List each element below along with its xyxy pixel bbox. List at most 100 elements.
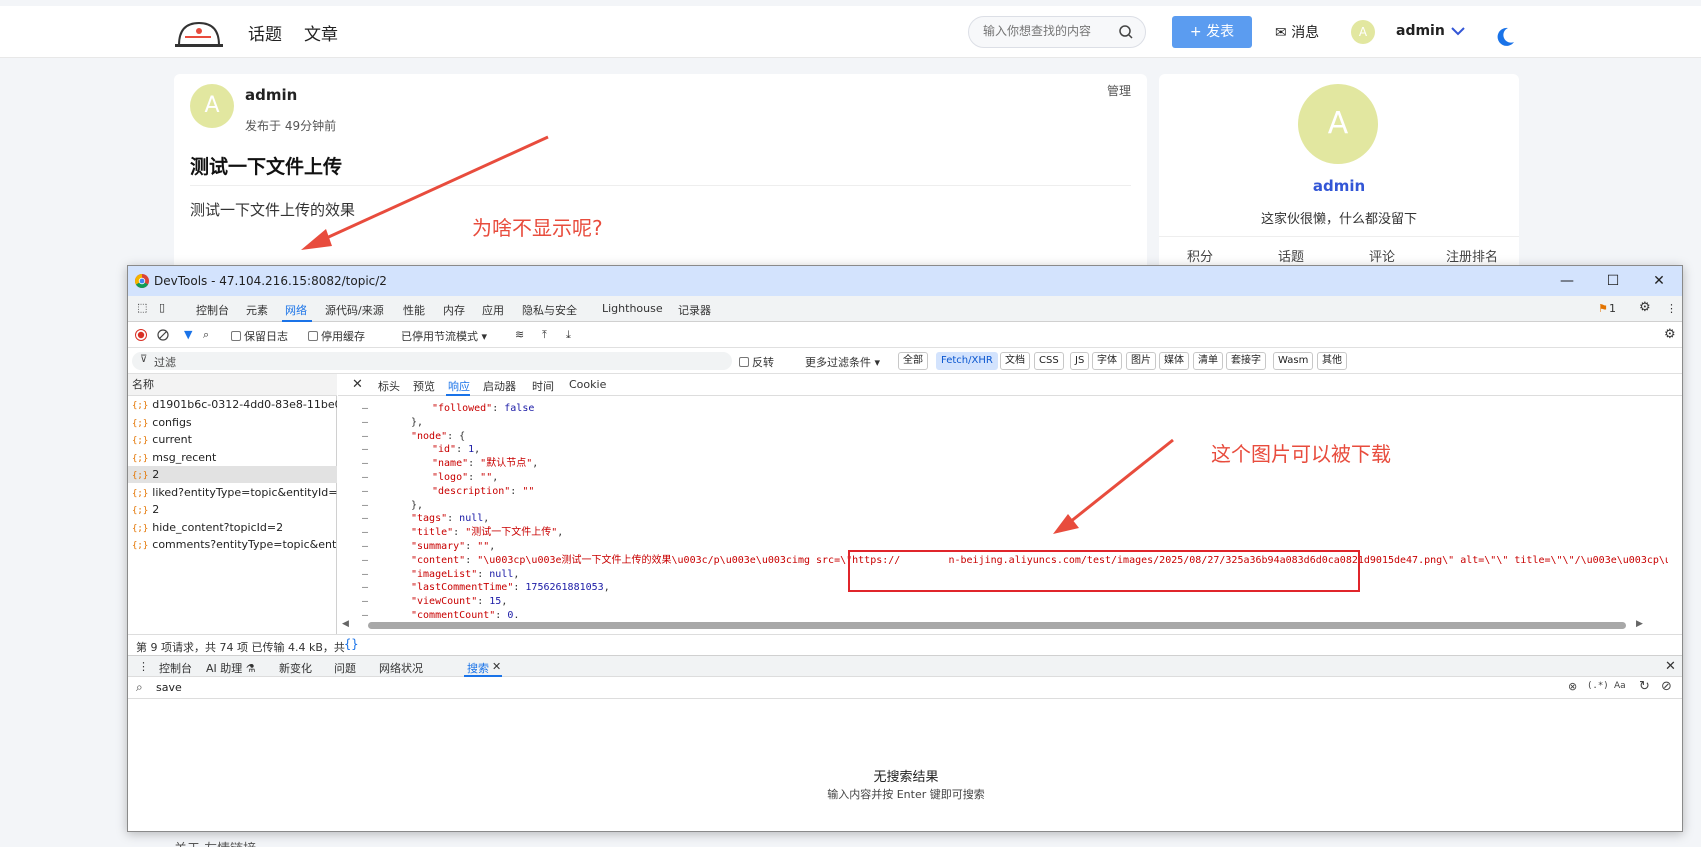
tab-cookie[interactable]: Cookie (569, 378, 606, 391)
logo-icon[interactable] (173, 17, 225, 49)
tab-initiator[interactable]: 启动器 (483, 378, 516, 394)
chevron-down-icon[interactable] (1450, 24, 1466, 38)
disable-cache-checkbox[interactable]: 停用缓存 (308, 328, 365, 344)
devtools-titlebar[interactable]: DevTools - 47.104.216.15:8082/topic/2 — … (128, 266, 1682, 296)
preserve-log-checkbox[interactable]: 保留日志 (231, 328, 288, 344)
scroll-right-icon[interactable]: ▶ (1636, 619, 1643, 629)
tab-elements[interactable]: 元素 (246, 302, 268, 318)
post-author-avatar[interactable]: A (190, 84, 234, 128)
request-row[interactable]: {;} current (128, 431, 337, 448)
request-row[interactable]: {;}d1901b6c-0312-4dd0-83e8-11be007... (128, 396, 337, 413)
filter-icon[interactable]: ▼ (184, 328, 192, 341)
search-query[interactable]: save (156, 681, 182, 694)
minimize-button[interactable]: — (1556, 271, 1578, 291)
footer-links[interactable]: 关于 友情链接 (174, 838, 256, 847)
tab-console[interactable]: 控制台 (196, 302, 229, 318)
clear-results-icon[interactable]: ⊘ (1661, 679, 1672, 694)
post-author[interactable]: admin (245, 86, 297, 104)
site-search-input[interactable] (983, 24, 1113, 38)
chip-css[interactable]: CSS (1034, 352, 1064, 370)
profile-avatar[interactable]: A (1298, 84, 1378, 164)
close-window-button[interactable]: ✕ (1648, 271, 1670, 291)
scrollbar-thumb[interactable] (368, 622, 1626, 629)
chip-js[interactable]: JS (1070, 352, 1090, 370)
filter-input[interactable]: ⊽ 过滤 (132, 352, 732, 370)
profile-name[interactable]: admin (1159, 177, 1519, 195)
header-username[interactable]: admin (1396, 23, 1445, 39)
site-search-box[interactable] (968, 16, 1146, 48)
inspect-icon[interactable]: ⬚ (137, 301, 147, 314)
tab-preview[interactable]: 预览 (413, 378, 435, 394)
regex-toggle-icon[interactable]: (.*) (1587, 681, 1609, 691)
close-drawer-icon[interactable]: ✕ (1665, 659, 1676, 674)
clear-icon[interactable] (157, 329, 169, 341)
chip-fetch-xhr[interactable]: Fetch/XHR (936, 352, 998, 370)
clear-search-icon[interactable]: ⊗ (1568, 680, 1577, 693)
more-filters-dropdown[interactable]: 更多过滤条件 ▾ (805, 354, 880, 370)
invert-checkbox[interactable]: 反转 (739, 354, 774, 370)
drawer-tab-changes[interactable]: 新变化 (279, 660, 312, 676)
drawer-tab-console[interactable]: 控制台 (159, 660, 192, 676)
maximize-button[interactable]: ☐ (1602, 271, 1624, 291)
manage-link[interactable]: 管理 (1107, 82, 1131, 99)
chip-socket[interactable]: 套接字 (1226, 352, 1266, 370)
search-icon[interactable] (1117, 23, 1135, 41)
record-icon[interactable] (135, 329, 147, 341)
throttle-select[interactable]: 已停用节流模式 ▾ (401, 328, 487, 344)
tab-headers[interactable]: 标头 (378, 378, 400, 394)
drawer-tab-network-conditions[interactable]: 网络状况 (379, 660, 423, 676)
request-row[interactable]: {;} hide_content?topicId=2 (128, 519, 337, 536)
more-menu-icon[interactable]: ⋮ (1666, 302, 1677, 315)
drawer-tab-ai[interactable]: AI 助理 ⚗ (206, 660, 256, 676)
request-row[interactable]: {;} configs (128, 414, 337, 431)
publish-button[interactable]: + 发表 (1172, 16, 1252, 48)
nav-topics[interactable]: 话题 (248, 20, 282, 45)
search-icon[interactable]: ⌕ (203, 328, 209, 342)
chip-font[interactable]: 字体 (1092, 352, 1122, 370)
tab-privacy[interactable]: 隐私与安全 (522, 302, 577, 318)
tab-response[interactable]: 响应 (448, 378, 470, 394)
request-row[interactable]: {;} 2 (128, 466, 337, 483)
drawer-tab-issues[interactable]: 问题 (334, 660, 356, 676)
tab-sources[interactable]: 源代码/来源 (325, 302, 384, 318)
issues-flag-icon[interactable]: ⚑ (1598, 302, 1608, 315)
tab-lighthouse[interactable]: Lighthouse (602, 302, 663, 315)
request-row[interactable]: {;} liked?entityType=topic&entityId=2 (128, 484, 337, 501)
header-avatar[interactable]: A (1351, 20, 1375, 44)
download-icon[interactable]: ⤓ (566, 328, 571, 342)
device-toggle-icon[interactable]: ▯ (159, 301, 165, 314)
request-list-header[interactable]: 名称 (128, 374, 337, 396)
tab-performance[interactable]: 性能 (403, 302, 425, 318)
moon-icon[interactable] (1494, 26, 1516, 48)
gear-icon[interactable]: ⚙ (1639, 300, 1651, 315)
match-case-icon[interactable]: Aa (1614, 681, 1626, 691)
request-row[interactable]: {;} msg_recent (128, 449, 337, 466)
network-conditions-icon[interactable]: ≋ (515, 328, 524, 341)
drawer-tab-search[interactable]: 搜索 (467, 660, 489, 676)
chip-all[interactable]: 全部 (898, 352, 928, 370)
drawer-menu-icon[interactable]: ⋮ (138, 660, 149, 673)
close-search-tab-icon[interactable]: ✕ (492, 660, 501, 673)
chip-manifest[interactable]: 清单 (1193, 352, 1223, 370)
chip-wasm[interactable]: Wasm (1273, 352, 1314, 370)
upload-icon[interactable]: ⤒ (542, 328, 547, 342)
chip-doc[interactable]: 文档 (1000, 352, 1030, 370)
horizontal-scrollbar[interactable]: ◀ ▶ (338, 618, 1682, 632)
request-row[interactable]: {;}comments?entityType=topic&entityI... (128, 536, 337, 553)
tab-memory[interactable]: 内存 (443, 302, 465, 318)
scroll-left-icon[interactable]: ◀ (342, 619, 349, 629)
tab-network[interactable]: 网络 (285, 302, 307, 318)
request-row[interactable]: {;} 2 (128, 501, 337, 518)
close-detail-icon[interactable]: ✕ (352, 377, 363, 392)
tab-timing[interactable]: 时间 (532, 378, 554, 394)
tab-application[interactable]: 应用 (482, 302, 504, 318)
network-settings-gear-icon[interactable]: ⚙ (1664, 327, 1676, 342)
tab-recorder[interactable]: 记录器 (678, 302, 711, 318)
messages-link[interactable]: ✉ 消息 (1275, 22, 1319, 42)
chip-img[interactable]: 图片 (1126, 352, 1156, 370)
nav-articles[interactable]: 文章 (304, 20, 338, 45)
issues-count[interactable]: 1 (1609, 302, 1616, 315)
pretty-print-icon[interactable]: {} (344, 637, 358, 651)
chip-media[interactable]: 媒体 (1159, 352, 1189, 370)
chip-other[interactable]: 其他 (1317, 352, 1347, 370)
